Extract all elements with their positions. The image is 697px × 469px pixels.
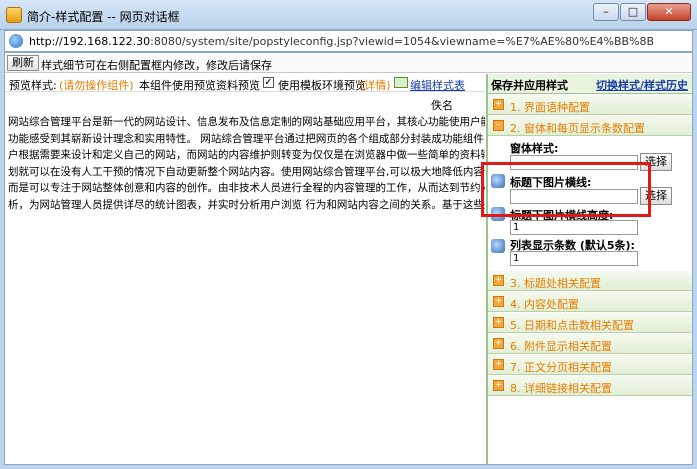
edit-style-link[interactable]: 编辑样式表 xyxy=(410,77,465,93)
section-label: 7. 正文分页相关配置 xyxy=(510,361,612,374)
preview-header: 预览样式: (请勿操作组件) 本组件使用预览资料预览 ✓ 使用模板环境预览 (详… xyxy=(5,74,485,92)
window-title: 简介-样式配置 -- 网页对话框 xyxy=(27,10,180,24)
style-history-link[interactable]: 切换样式/样式历史 xyxy=(596,77,688,93)
section-label: 8. 详细链接相关配置 xyxy=(510,382,612,395)
preview-hint: (请勿操作组件) xyxy=(59,79,134,92)
section-label: 6. 附件显示相关配置 xyxy=(510,340,612,353)
section-detail-link[interactable]: + 8. 详细链接相关配置 xyxy=(488,376,692,396)
ie-page-icon xyxy=(9,34,23,48)
list-count-input[interactable]: 1 xyxy=(510,251,638,266)
section-label: 5. 日期和点击数相关配置 xyxy=(510,319,634,332)
article-line: 户根据需要来设计和定义自己的网站，而网站的内容维护则转变为仅仅是在浏览器中做一些… xyxy=(8,149,485,161)
preview-area: 预览样式: (请勿操作组件) 本组件使用预览资料预览 ✓ 使用模板环境预览 (详… xyxy=(5,74,485,464)
close-icon[interactable]: ✕ xyxy=(647,3,691,21)
edit-style-icon xyxy=(394,77,408,88)
section-content[interactable]: + 4. 内容处配置 xyxy=(488,292,692,312)
preview-label: 预览样式: xyxy=(9,79,57,92)
expand-icon: + xyxy=(493,99,504,110)
title-image-height-input[interactable]: 1 xyxy=(510,220,638,235)
address-bar: http://192.168.122.30:8080/system/site/p… xyxy=(4,30,693,52)
expand-icon: + xyxy=(493,296,504,307)
maximize-icon[interactable]: □ xyxy=(620,3,646,21)
expand-icon: + xyxy=(493,359,504,370)
refresh-button[interactable]: 刷新 xyxy=(7,55,39,71)
url-text: http://192.168.122.30:8080/system/site/p… xyxy=(29,35,654,48)
template-env-checkbox[interactable]: ✓ xyxy=(263,77,274,88)
window-controls: – □ ✕ xyxy=(593,3,691,21)
toolbar-tip: 样式细节可在右侧配置框内修改，修改后请保存 xyxy=(41,59,272,72)
expand-icon: + xyxy=(493,317,504,328)
url-host: http://192.168.122.30 xyxy=(29,35,151,48)
toolbar: 刷新 样式细节可在右侧配置框内修改，修改后请保存 xyxy=(5,53,692,73)
preview-desc: 本组件使用预览资料预览 xyxy=(139,79,260,92)
article-line: 析，为网站管理人员提供详尽的统计图表，并实时分析用户浏览 行为和网站内容之间的关… xyxy=(8,198,485,211)
app-icon xyxy=(6,7,22,23)
expand-icon: + xyxy=(493,275,504,286)
section-label: 1. 界面语种配置 xyxy=(510,101,590,114)
author-name: 佚名 xyxy=(431,99,453,112)
article-line: 划就可以在没有人工干预的情况下自动更新整个网站内容。使用网站综合管理平台,可以极… xyxy=(8,165,485,178)
dialog-content: 刷新 样式细节可在右侧配置框内修改，修改后请保存 预览样式: (请勿操作组件) … xyxy=(4,52,693,465)
section-label: 4. 内容处配置 xyxy=(510,298,579,311)
window-titlebar: 简介-样式配置 -- 网页对话框 – □ ✕ xyxy=(0,0,697,30)
section-language[interactable]: + 1. 界面语种配置 xyxy=(488,95,692,115)
config-panel: 保存并应用样式 切换样式/样式历史 + 1. 界面语种配置 – 2. 窗体和每页… xyxy=(486,74,692,464)
article-line: 而是可以专注于网站整体创意和内容的创作。由非技术人员进行全程的内容管理的工作，从… xyxy=(8,182,485,194)
article-body: 网站综合管理平台是新一代的网站设计、信息发布及信息定制的网站基础应用平台，其核心… xyxy=(8,114,485,213)
article-line: 功能感受到其崭新设计理念和实用特性。 网站综合管理平台通过把网页的各个组成部分封… xyxy=(8,132,485,145)
save-apply-button[interactable]: 保存并应用样式 xyxy=(491,77,568,93)
minimize-icon[interactable]: – xyxy=(593,3,619,21)
url-path: :8080/system/site/popstyleconfig.jsp?vie… xyxy=(150,35,655,48)
article-line: 网站综合管理平台是新一代的网站设计、信息发布及信息定制的网站基础应用平台，其核心… xyxy=(8,116,485,128)
section-label: 3. 标题处相关配置 xyxy=(510,277,601,290)
section-window[interactable]: – 2. 窗体和每页显示条数配置 xyxy=(488,116,692,136)
checkbox-label: 使用模板环境预览 xyxy=(278,79,366,92)
section-pagination[interactable]: + 7. 正文分页相关配置 xyxy=(488,355,692,375)
detail-link[interactable]: (详情) xyxy=(360,77,391,93)
section-title[interactable]: + 3. 标题处相关配置 xyxy=(488,271,692,291)
expand-icon: + xyxy=(493,380,504,391)
highlight-box xyxy=(481,162,651,217)
section-attachment[interactable]: + 6. 附件显示相关配置 xyxy=(488,334,692,354)
config-header: 保存并应用样式 切换样式/样式历史 xyxy=(488,74,692,94)
window-style-label: 窗体样式: xyxy=(510,142,559,155)
section-label: 2. 窗体和每页显示条数配置 xyxy=(510,122,645,135)
list-icon xyxy=(491,239,505,253)
collapse-icon: – xyxy=(493,120,504,131)
section-date[interactable]: + 5. 日期和点击数相关配置 xyxy=(488,313,692,333)
expand-icon: + xyxy=(493,338,504,349)
